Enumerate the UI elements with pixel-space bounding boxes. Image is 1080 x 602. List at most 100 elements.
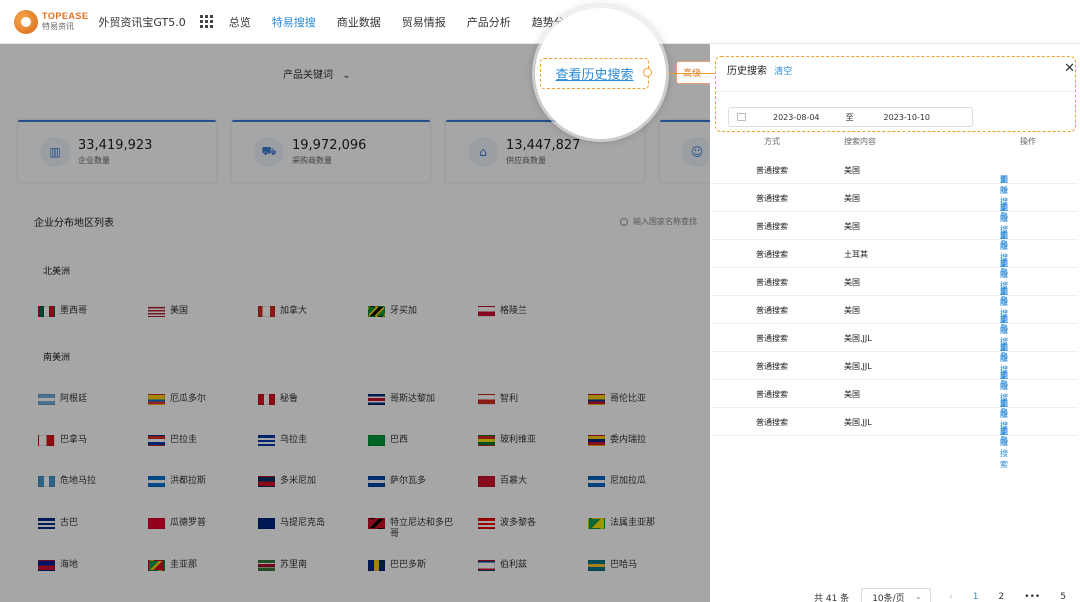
nav-item-0[interactable]: 总览 xyxy=(229,14,251,30)
country-item[interactable]: 萨尔瓦多 xyxy=(368,476,460,487)
date-to[interactable]: 2023-10-10 xyxy=(884,113,931,122)
country-item[interactable]: 马提尼克岛 xyxy=(258,518,350,529)
country-item[interactable]: 加拿大 xyxy=(258,306,350,317)
flag-icon xyxy=(478,560,495,571)
country-item[interactable]: 巴拉圭 xyxy=(148,435,240,446)
country-item[interactable]: 危地马拉 xyxy=(38,476,130,487)
country-item[interactable]: 波多黎各 xyxy=(478,518,570,529)
keyword-dropdown[interactable]: 产品关键词 ⌄ xyxy=(283,66,351,81)
country-item[interactable]: 美国 xyxy=(148,306,240,317)
page-size-select[interactable]: 10条/页 ⌄ xyxy=(861,588,932,602)
nav-item-2[interactable]: 商业数据 xyxy=(337,14,381,30)
country-item[interactable]: 巴巴多斯 xyxy=(368,560,460,571)
history-row: 普通搜索 美国,JJL 重新搜索 | 删除 xyxy=(712,408,1078,469)
flag-icon xyxy=(258,306,275,317)
country-item[interactable]: 圭亚那 xyxy=(148,560,240,571)
country-name: 洪都拉斯 xyxy=(170,476,207,486)
country-item[interactable]: 古巴 xyxy=(38,518,130,529)
date-range-picker[interactable]: 2023-08-04 至 2023-10-10 xyxy=(728,107,973,127)
history-row: 普通搜索 美国 重新搜索 | 删除 xyxy=(712,296,1078,357)
page-number[interactable]: 1 xyxy=(973,592,979,602)
stat-value: 33,419,923 xyxy=(78,138,153,153)
history-panel-header: 历史搜索 清空 ✕ 2023-08-04 至 2023-10-10 xyxy=(715,56,1076,132)
close-icon[interactable]: ✕ xyxy=(1064,61,1075,76)
stat-value: 13,447,827 xyxy=(506,138,581,153)
country-item[interactable]: 巴西 xyxy=(368,435,460,446)
stat-card[interactable]: ▥ 33,419,923 企业数量 xyxy=(18,120,216,182)
country-item[interactable]: 格陵兰 xyxy=(478,306,570,317)
country-name: 萨尔瓦多 xyxy=(390,476,427,486)
country-item[interactable]: 乌拉圭 xyxy=(258,435,350,446)
country-item[interactable]: 尼加拉瓜 xyxy=(588,476,680,487)
history-row: 普通搜索 土耳其 重新搜索 | 删除 xyxy=(712,240,1078,301)
cart-icon: ⛟ xyxy=(254,137,284,167)
history-row: 普通搜索 美国,JJL 重新搜索 | 删除 xyxy=(712,324,1078,385)
country-name: 巴拉圭 xyxy=(170,435,198,445)
keyword-dropdown-label: 产品关键词 xyxy=(283,70,333,81)
app-grid-icon[interactable] xyxy=(199,15,213,28)
country-item[interactable]: 巴哈马 xyxy=(588,560,680,571)
date-from[interactable]: 2023-08-04 xyxy=(773,113,820,122)
country-item[interactable]: 海地 xyxy=(38,560,130,571)
country-item[interactable]: 瓜德罗普 xyxy=(148,518,240,529)
country-item[interactable]: 多米尼加 xyxy=(258,476,350,487)
history-content: 土耳其 xyxy=(844,250,868,259)
country-item[interactable]: 玻利维亚 xyxy=(478,435,570,446)
flag-icon xyxy=(588,518,605,529)
country-search-input[interactable]: 输入国家名称查找 xyxy=(620,216,697,227)
delete-button[interactable]: 删除 xyxy=(1000,426,1008,448)
country-item[interactable]: 秘鲁 xyxy=(258,394,350,405)
logo[interactable]: TOPEASE 特易资讯 xyxy=(14,9,88,34)
country-name: 古巴 xyxy=(60,518,79,528)
country-item[interactable]: 智利 xyxy=(478,394,570,405)
country-item[interactable]: 洪都拉斯 xyxy=(148,476,240,487)
country-name: 苏里南 xyxy=(280,560,308,570)
country-item[interactable]: 委内瑞拉 xyxy=(588,435,680,446)
view-history-link[interactable]: 查看历史搜索 xyxy=(555,64,633,83)
flag-icon xyxy=(368,476,385,487)
flag-icon xyxy=(588,394,605,405)
section-title: 企业分布地区列表 xyxy=(34,218,114,229)
country-item[interactable]: 牙买加 xyxy=(368,306,460,317)
history-method: 普通搜索 xyxy=(756,166,788,175)
page-number[interactable]: 2 xyxy=(999,592,1005,602)
country-name: 哥斯达黎加 xyxy=(390,394,436,404)
country-name: 美国 xyxy=(170,306,189,316)
flag-icon xyxy=(258,435,275,446)
country-item[interactable]: 特立尼达和多巴哥 xyxy=(368,518,460,540)
history-method: 普通搜索 xyxy=(756,222,788,231)
country-item[interactable]: 巴拿马 xyxy=(38,435,130,446)
history-content: 美国 xyxy=(844,194,860,203)
country-item[interactable]: 阿根廷 xyxy=(38,394,130,405)
country-item[interactable]: 哥斯达黎加 xyxy=(368,394,460,405)
history-panel: 历史搜索 清空 ✕ 2023-08-04 至 2023-10-10 方式 搜索内… xyxy=(710,44,1080,602)
country-item[interactable]: 法属圭亚那 xyxy=(588,518,680,529)
column-header-content: 搜索内容 xyxy=(844,137,876,146)
country-item[interactable]: 哥伦比亚 xyxy=(588,394,680,405)
history-content: 美国,JJL xyxy=(844,362,872,371)
flag-icon xyxy=(148,518,165,529)
country-item[interactable]: 苏里南 xyxy=(258,560,350,571)
page-number[interactable]: 5 xyxy=(1060,592,1066,602)
logo-mark-icon xyxy=(14,9,38,34)
country-item[interactable]: 百慕大 xyxy=(478,476,570,487)
country-name: 尼加拉瓜 xyxy=(610,476,647,486)
flag-icon xyxy=(38,435,55,446)
nav-item-4[interactable]: 产品分析 xyxy=(467,14,511,30)
history-content: 美国 xyxy=(844,390,860,399)
page-number[interactable]: ••• xyxy=(1024,592,1040,602)
stat-card[interactable]: ⛟ 19,972,096 采购商数量 xyxy=(232,120,430,182)
flag-icon xyxy=(258,476,275,487)
country-name: 圭亚那 xyxy=(170,560,198,570)
total-count: 共 41 条 xyxy=(814,593,850,602)
country-name: 加拿大 xyxy=(280,306,308,316)
clear-history-button[interactable]: 清空 xyxy=(774,67,792,77)
country-name: 瓜德罗普 xyxy=(170,518,207,528)
country-item[interactable]: 墨西哥 xyxy=(38,306,130,317)
calendar-icon xyxy=(737,113,746,121)
country-item[interactable]: 厄瓜多尔 xyxy=(148,394,240,405)
nav-item-1[interactable]: 特易搜搜 xyxy=(272,14,316,30)
nav-item-3[interactable]: 贸易情报 xyxy=(402,14,446,30)
chevron-down-icon: ⌄ xyxy=(342,70,351,81)
country-item[interactable]: 伯利兹 xyxy=(478,560,570,571)
